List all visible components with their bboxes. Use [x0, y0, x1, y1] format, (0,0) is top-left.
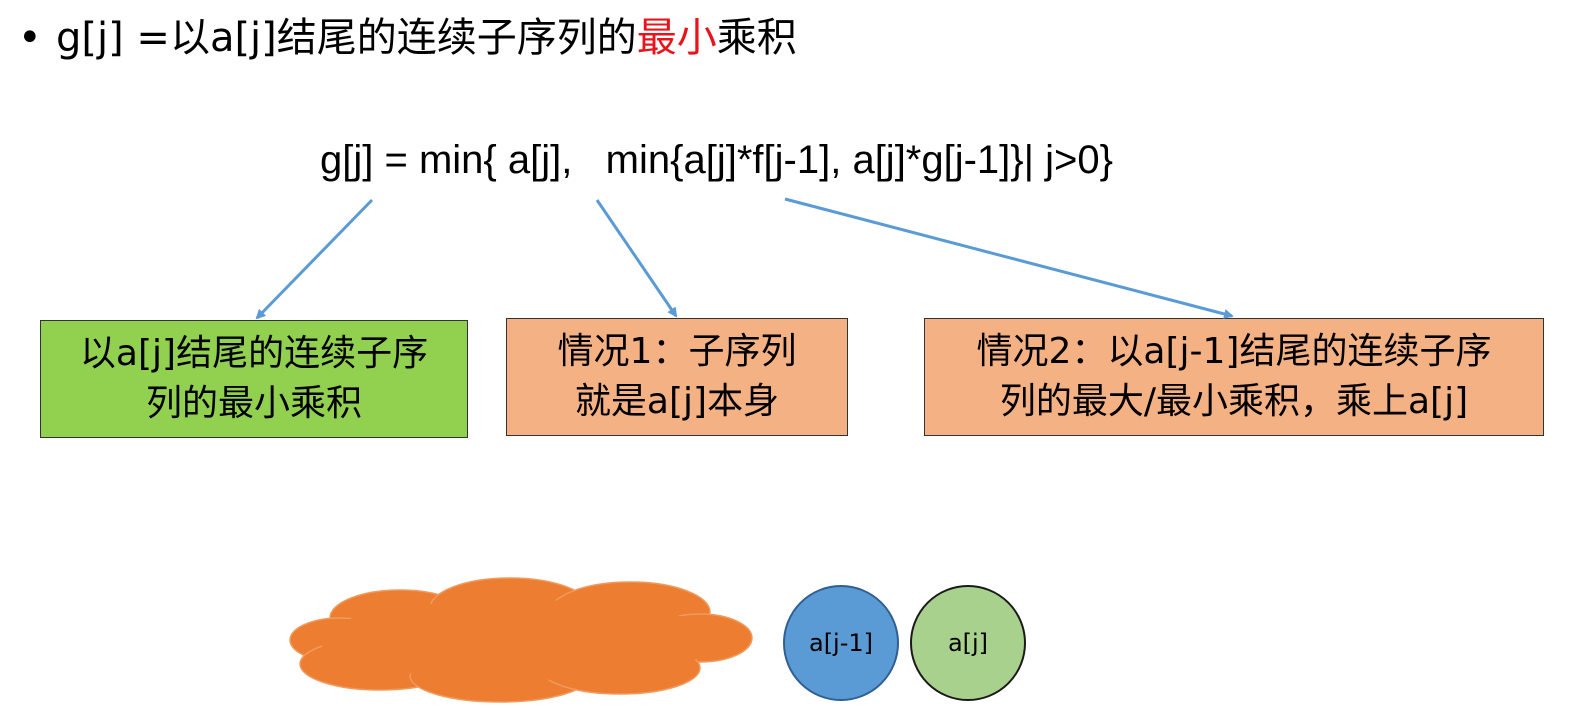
arrow-to-result — [255, 198, 374, 320]
bullet-symbol: • — [18, 15, 42, 61]
case2-box-line1: 情况2：以a[j-1]结尾的连续子序 — [976, 331, 1492, 372]
result-box-line1: 以a[j]结尾的连续子序 — [79, 333, 429, 374]
arrow-to-case2 — [784, 197, 1234, 319]
result-box-line2: 列的最小乘积 — [145, 383, 362, 424]
bullet-line: • g[j] =以a[j]结尾的连续子序列的最小乘积 — [18, 8, 797, 68]
result-box: 以a[j]结尾的连续子序 列的最小乘积 — [40, 320, 468, 438]
case1-box: 情况1：子序列 就是a[j]本身 — [506, 318, 848, 436]
current-element-label: a[j] — [947, 629, 989, 657]
bullet-suffix: 乘积 — [716, 15, 797, 61]
bullet-prefix: g[j] =以a[j]结尾的连续子序列的 — [56, 15, 637, 61]
recurrence-formula: g[j] = min{ a[j], min{a[j]*f[j-1], a[j]*… — [320, 138, 1114, 182]
case2-box: 情况2：以a[j-1]结尾的连续子序 列的最大/最小乘积，乘上a[j] — [924, 318, 1544, 436]
bullet-highlight: 最小 — [636, 15, 717, 61]
case1-box-line1: 情况1：子序列 — [557, 331, 797, 372]
arrow-to-case1 — [595, 199, 678, 318]
prev-element-label: a[j-1] — [808, 629, 874, 657]
case2-box-line2: 列的最大/最小乘积，乘上a[j] — [999, 381, 1469, 422]
orange-cloud — [289, 577, 753, 703]
case1-box-line2: 就是a[j]本身 — [574, 381, 780, 422]
